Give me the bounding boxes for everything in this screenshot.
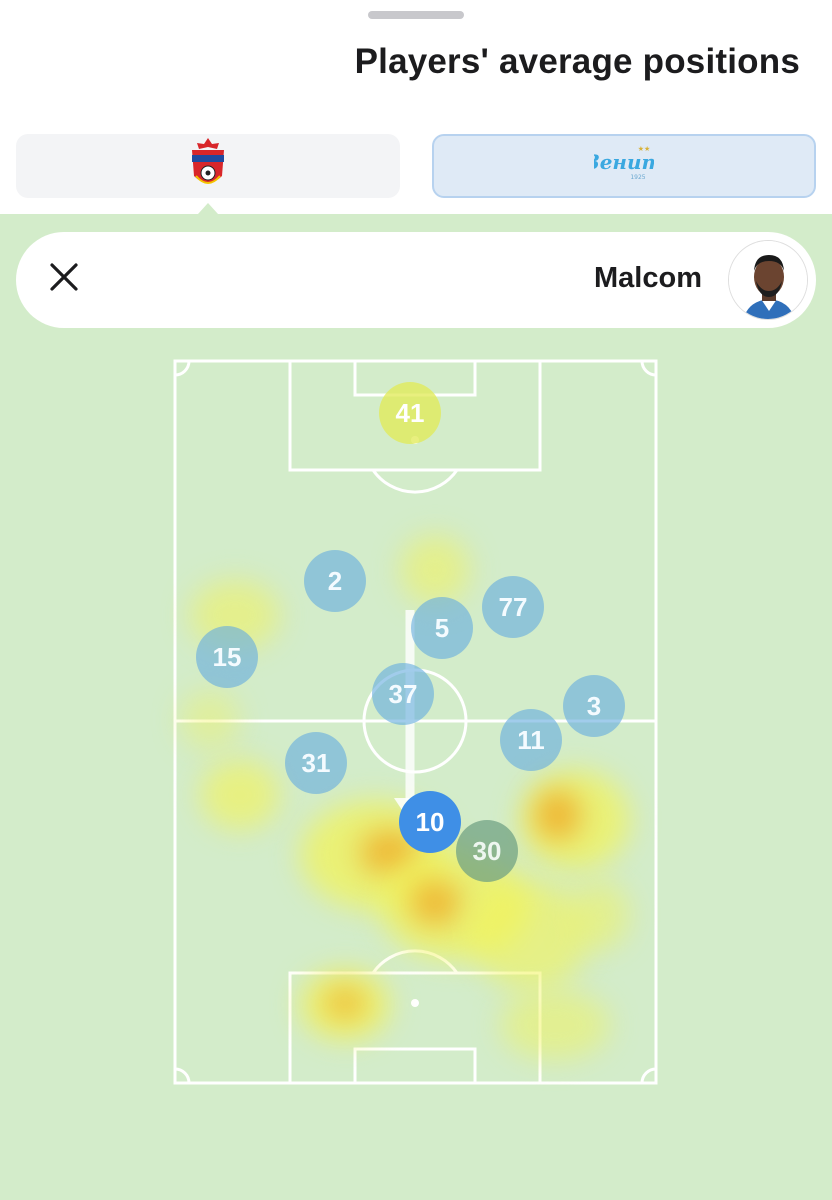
player-marker-37[interactable]: 37 — [372, 663, 434, 725]
player-marker-30[interactable]: 30 — [456, 820, 518, 882]
player-name: Malcom — [594, 262, 702, 294]
close-button[interactable] — [38, 256, 90, 302]
player-marker-3[interactable]: 3 — [563, 675, 625, 737]
player-marker-15[interactable]: 15 — [196, 626, 258, 688]
player-marker-41[interactable]: 41 — [379, 382, 441, 444]
player-marker-77[interactable]: 77 — [482, 576, 544, 638]
player-marker-5[interactable]: 5 — [411, 597, 473, 659]
player-marker-11[interactable]: 11 — [500, 709, 562, 771]
player-marker-31[interactable]: 31 — [285, 732, 347, 794]
player-avatar — [728, 240, 808, 320]
player-marker-2[interactable]: 2 — [304, 550, 366, 612]
player-marker-10-selected[interactable]: 10 — [399, 791, 461, 853]
movement-arrow — [394, 610, 426, 822]
close-icon — [48, 261, 80, 298]
